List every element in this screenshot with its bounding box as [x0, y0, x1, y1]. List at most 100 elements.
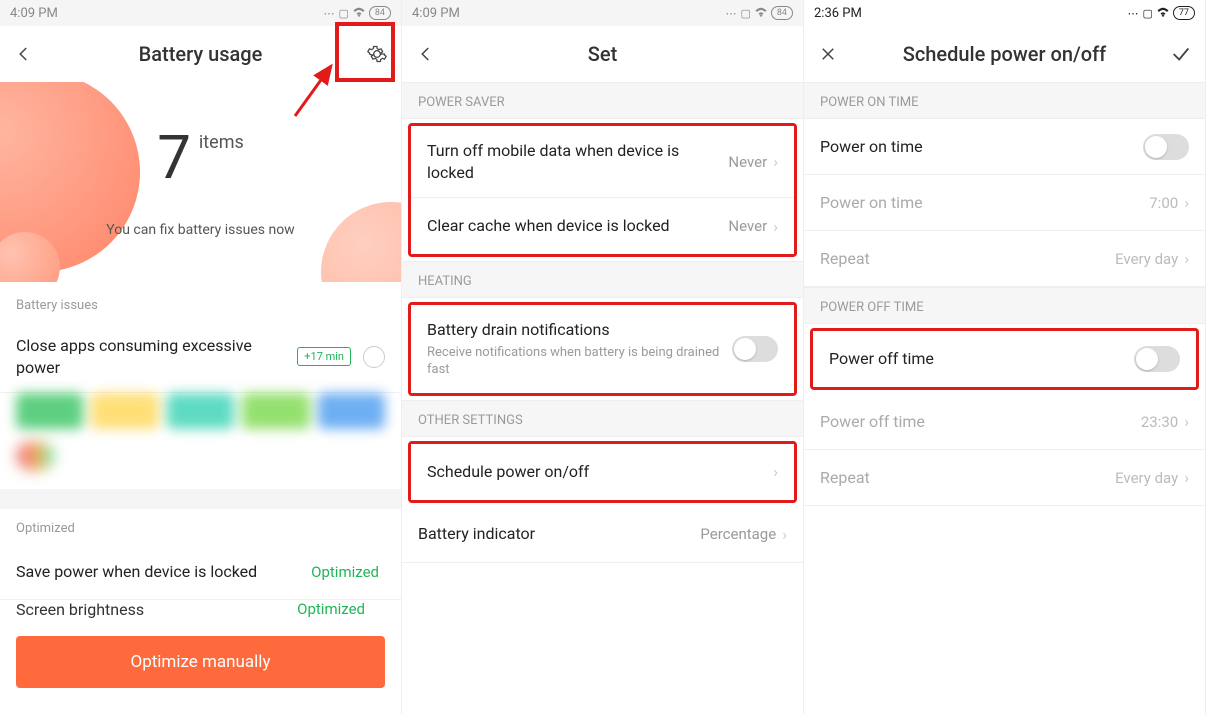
sim-icon: ▢: [338, 7, 348, 20]
navbar: Schedule power on/off: [804, 26, 1205, 82]
section-optimized: Optimized: [0, 509, 401, 544]
mobile-data-label: Turn off mobile data when device is lock…: [427, 140, 728, 183]
chevron-right-icon: ›: [773, 462, 778, 481]
sim-icon: ▢: [740, 7, 750, 20]
screen-battery-usage: 4:09 PM ⋯ ▢ 84 Battery usage 7 items: [0, 0, 402, 714]
status-time: 4:09 PM: [10, 6, 58, 21]
page-title: Schedule power on/off: [903, 42, 1107, 66]
highlight-group-power-saver: Turn off mobile data when device is lock…: [408, 123, 797, 257]
brightness-label: Screen brightness: [16, 600, 144, 619]
time-gain-badge: +17 min: [297, 347, 351, 366]
items-count: 7 items: [157, 122, 244, 193]
chevron-right-icon: ›: [773, 217, 778, 236]
more-icon: ⋯: [1127, 7, 1138, 20]
section-heating: HEATING: [402, 261, 803, 298]
section-battery-issues: Battery issues: [0, 282, 401, 321]
items-subtitle: You can fix battery issues now: [0, 222, 401, 238]
close-apps-label: Close apps consuming excessive power: [16, 335, 297, 378]
section-other-settings: OTHER SETTINGS: [402, 400, 803, 437]
chevron-right-icon: ›: [782, 525, 787, 544]
row-power-on-time[interactable]: Power on time 7:00 ›: [804, 175, 1205, 231]
row-battery-drain[interactable]: Battery drain notifications Receive noti…: [411, 305, 794, 392]
checkmark-icon[interactable]: [1169, 42, 1193, 66]
highlight-group-heating: Battery drain notifications Receive noti…: [408, 302, 797, 395]
power-on-toggle-label: Power on time: [820, 136, 1143, 158]
chevron-right-icon: ›: [1184, 249, 1189, 268]
chevron-right-icon: ›: [1184, 412, 1189, 431]
clear-cache-label: Clear cache when device is locked: [427, 215, 728, 237]
row-power-off-toggle[interactable]: Power off time: [813, 331, 1196, 387]
back-icon[interactable]: [12, 42, 36, 66]
status-bar: 4:09 PM ⋯ ▢ 84: [0, 0, 401, 26]
status-icons: ⋯ ▢ 77: [1127, 6, 1195, 20]
navbar: Set: [402, 26, 803, 82]
status-icons: ⋯ ▢ 84: [323, 6, 391, 20]
blurred-app-icons: [16, 393, 385, 433]
more-icon: ⋯: [725, 7, 736, 20]
section-power-saver: POWER SAVER: [402, 82, 803, 119]
power-on-time-value: 7:00: [1149, 194, 1178, 212]
power-on-time-label: Power on time: [820, 192, 1149, 214]
power-off-repeat-value: Every day: [1115, 469, 1178, 487]
more-icon: ⋯: [323, 7, 334, 20]
wifi-icon: [1157, 7, 1169, 20]
row-battery-indicator[interactable]: Battery indicator Percentage ›: [402, 507, 803, 563]
highlight-power-off: Power off time: [810, 328, 1199, 390]
status-time: 4:09 PM: [412, 6, 460, 21]
toggle-off-icon[interactable]: [1143, 134, 1189, 160]
status-icons: ⋯ ▢ 84: [725, 6, 793, 20]
power-on-repeat-value: Every day: [1115, 250, 1178, 268]
row-screen-brightness[interactable]: Screen brightness Optimized: [0, 600, 401, 620]
optimize-manually-button[interactable]: Optimize manually: [16, 636, 385, 688]
save-power-label: Save power when device is locked: [16, 561, 311, 583]
items-number: 7: [157, 122, 191, 193]
row-schedule-power[interactable]: Schedule power on/off ›: [411, 444, 794, 500]
status-time: 2:36 PM: [814, 6, 862, 21]
row-mobile-data[interactable]: Turn off mobile data when device is lock…: [411, 126, 794, 198]
brightness-value: Optimized: [297, 600, 365, 618]
back-icon[interactable]: [414, 42, 438, 66]
highlight-group-schedule: Schedule power on/off ›: [408, 441, 797, 503]
schedule-label: Schedule power on/off: [427, 461, 773, 483]
status-bar: 2:36 PM ⋯ ▢ 77: [804, 0, 1205, 26]
battery-pct: 77: [1173, 6, 1195, 20]
wifi-icon: [755, 7, 767, 20]
decorative-circle: [321, 202, 401, 282]
toggle-off-icon[interactable]: [1134, 346, 1180, 372]
power-off-time-label: Power off time: [820, 411, 1141, 433]
indicator-label: Battery indicator: [418, 523, 700, 545]
drain-label: Battery drain notifications: [427, 319, 732, 341]
gear-icon[interactable]: [365, 42, 389, 66]
row-power-off-repeat[interactable]: Repeat Every day ›: [804, 450, 1205, 506]
chevron-right-icon: ›: [773, 152, 778, 171]
power-off-time-value: 23:30: [1141, 413, 1178, 431]
navbar: Battery usage: [0, 26, 401, 82]
row-close-apps[interactable]: Close apps consuming excessive power +17…: [0, 321, 401, 393]
battery-pct: 84: [771, 6, 793, 20]
indicator-value: Percentage: [700, 525, 776, 543]
blurred-app-icons: [16, 441, 385, 481]
screen-schedule-power: 2:36 PM ⋯ ▢ 77 Schedule power on/off POW…: [804, 0, 1206, 714]
items-label: items: [199, 132, 244, 153]
page-title: Battery usage: [139, 42, 263, 66]
wifi-icon: [353, 7, 365, 20]
status-bar: 4:09 PM ⋯ ▢ 84: [402, 0, 803, 26]
row-power-on-repeat[interactable]: Repeat Every day ›: [804, 231, 1205, 287]
power-off-repeat-label: Repeat: [820, 467, 1115, 489]
row-clear-cache[interactable]: Clear cache when device is locked Never …: [411, 198, 794, 254]
close-icon[interactable]: [816, 42, 840, 66]
toggle-off-icon[interactable]: [732, 336, 778, 362]
power-off-toggle-label: Power off time: [829, 348, 1134, 370]
row-power-on-toggle[interactable]: Power on time: [804, 119, 1205, 175]
battery-pct: 84: [369, 6, 391, 20]
drain-sub: Receive notifications when battery is be…: [427, 345, 732, 379]
chevron-right-icon: ›: [1184, 193, 1189, 212]
row-save-power[interactable]: Save power when device is locked Optimiz…: [0, 544, 401, 600]
clear-cache-value: Never: [728, 217, 767, 235]
radio-unchecked-icon[interactable]: [363, 346, 385, 368]
power-on-repeat-label: Repeat: [820, 248, 1115, 270]
save-power-value: Optimized: [311, 563, 379, 581]
row-power-off-time[interactable]: Power off time 23:30 ›: [804, 394, 1205, 450]
divider: [0, 489, 401, 509]
mobile-data-value: Never: [728, 153, 767, 171]
